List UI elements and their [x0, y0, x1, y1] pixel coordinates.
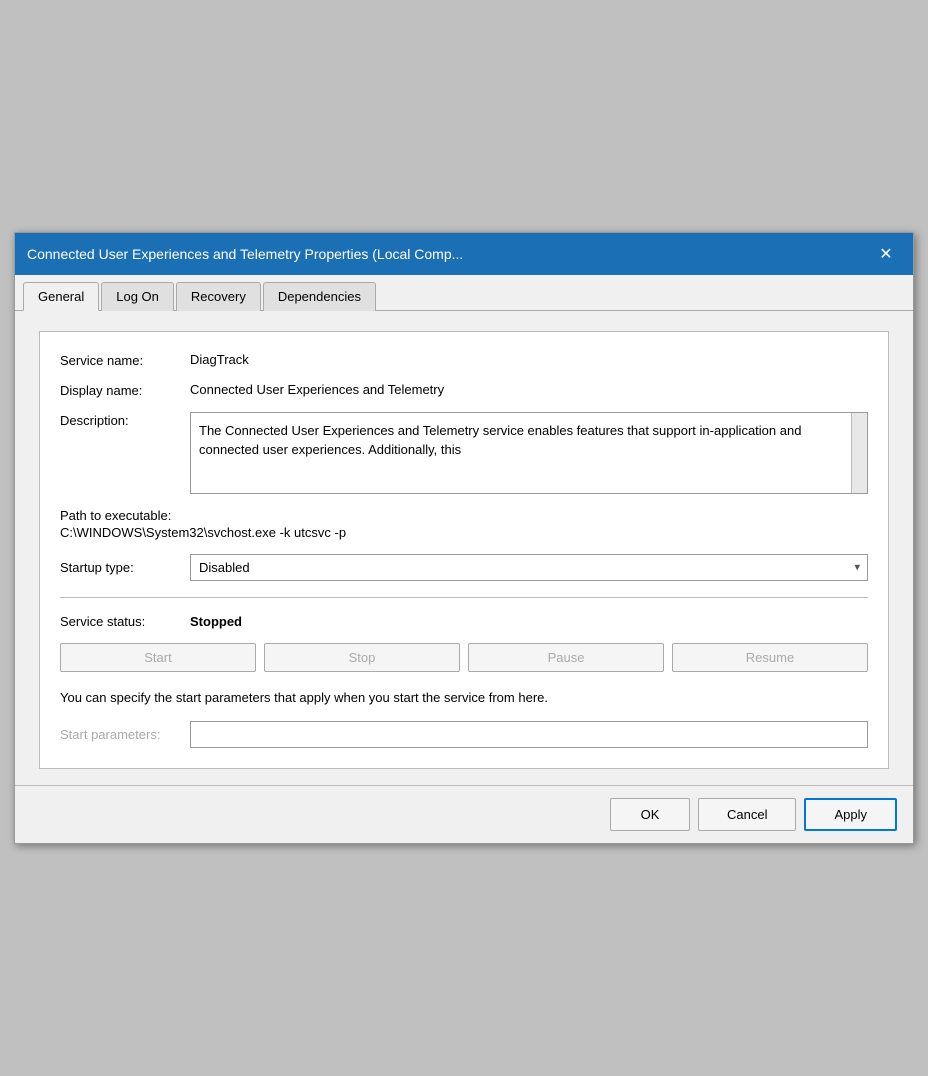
divider: [60, 597, 868, 598]
start-params-input[interactable]: [190, 721, 868, 748]
service-name-value: DiagTrack: [190, 352, 868, 367]
startup-type-row: Startup type: Disabled Manual Automatic …: [60, 554, 868, 581]
startup-type-wrapper: Disabled Manual Automatic Automatic (Del…: [190, 554, 868, 581]
bottom-bar: OK Cancel Apply: [15, 785, 913, 843]
tab-recovery[interactable]: Recovery: [176, 282, 261, 311]
title-bar: Connected User Experiences and Telemetry…: [15, 233, 913, 275]
display-name-value: Connected User Experiences and Telemetry: [190, 382, 868, 397]
service-name-label: Service name:: [60, 352, 190, 368]
resume-button[interactable]: Resume: [672, 643, 868, 672]
apply-button[interactable]: Apply: [804, 798, 897, 831]
pause-button[interactable]: Pause: [468, 643, 664, 672]
display-name-label: Display name:: [60, 382, 190, 398]
start-button[interactable]: Start: [60, 643, 256, 672]
description-text: The Connected User Experiences and Telem…: [199, 423, 801, 458]
start-params-row: Start parameters:: [60, 721, 868, 748]
close-button[interactable]: ✕: [871, 241, 901, 267]
service-status-row: Service status: Stopped: [60, 614, 868, 629]
startup-type-select[interactable]: Disabled Manual Automatic Automatic (Del…: [190, 554, 868, 581]
hint-text: You can specify the start parameters tha…: [60, 688, 868, 708]
service-status-value: Stopped: [190, 614, 242, 629]
service-status-label: Service status:: [60, 614, 190, 629]
path-value: C:\WINDOWS\System32\svchost.exe -k utcsv…: [60, 525, 868, 540]
ok-button[interactable]: OK: [610, 798, 690, 831]
description-label: Description:: [60, 412, 190, 428]
stop-button[interactable]: Stop: [264, 643, 460, 672]
service-name-row: Service name: DiagTrack: [60, 352, 868, 368]
general-panel: Service name: DiagTrack Display name: Co…: [39, 331, 889, 770]
service-action-buttons: Start Stop Pause Resume: [60, 643, 868, 672]
tab-dependencies[interactable]: Dependencies: [263, 282, 376, 311]
tab-logon[interactable]: Log On: [101, 282, 174, 311]
description-row: Description: The Connected User Experien…: [60, 412, 868, 494]
cancel-button[interactable]: Cancel: [698, 798, 796, 831]
window-title: Connected User Experiences and Telemetry…: [27, 246, 463, 262]
properties-window: Connected User Experiences and Telemetry…: [14, 232, 914, 845]
description-box[interactable]: The Connected User Experiences and Telem…: [190, 412, 868, 494]
path-label: Path to executable:: [60, 508, 868, 523]
path-section: Path to executable: C:\WINDOWS\System32\…: [60, 508, 868, 540]
tab-general[interactable]: General: [23, 282, 99, 311]
description-scrollbar[interactable]: [851, 413, 867, 493]
startup-type-label: Startup type:: [60, 560, 190, 575]
tab-content: Service name: DiagTrack Display name: Co…: [15, 311, 913, 786]
start-params-label: Start parameters:: [60, 727, 190, 742]
tab-bar: General Log On Recovery Dependencies: [15, 275, 913, 311]
display-name-row: Display name: Connected User Experiences…: [60, 382, 868, 398]
